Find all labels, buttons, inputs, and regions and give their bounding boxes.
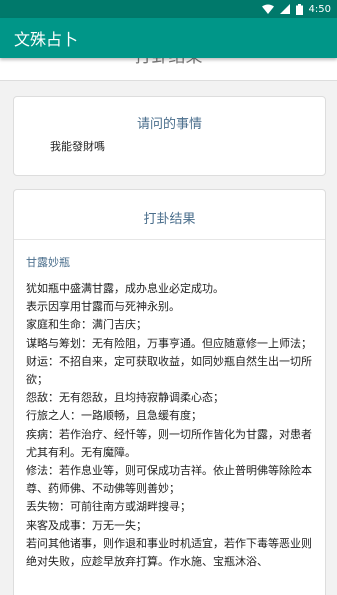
status-bar: 4:50 bbox=[0, 0, 337, 18]
result-line: 犹如瓶中盛满甘露，成办息业必定成功。 bbox=[26, 282, 224, 295]
result-card-title: 打卦结果 bbox=[143, 212, 196, 227]
divider bbox=[14, 239, 325, 240]
result-line: 家庭和生命：满门吉庆； bbox=[26, 318, 147, 332]
result-line: 来客及成事：万无一失； bbox=[26, 518, 147, 532]
app-bar: 文殊占卜 bbox=[0, 18, 337, 58]
app-title: 文殊占卜 bbox=[14, 30, 79, 49]
scroll-content[interactable]: 打卦结果 请问的事情 我能發財嗎 打卦结果 甘露妙瓶 犹如瓶中盛满甘露，成办息业… bbox=[0, 58, 337, 595]
question-text: 我能發財嗎 bbox=[50, 140, 105, 153]
result-line: 怨敌：无有怨敌，且均持寂静调柔心态； bbox=[26, 391, 224, 405]
result-line: 行旅之人：一路顺畅，且急缓有度； bbox=[26, 409, 202, 423]
question-card: 请问的事情 我能發財嗎 bbox=[13, 96, 326, 176]
partial-header-text: 打卦结果 bbox=[135, 58, 203, 67]
result-line: 谋略与筹划：无有险阻，万事亨通。但应随意修一上师法； bbox=[26, 336, 312, 350]
battery-icon bbox=[295, 3, 303, 15]
result-line: 疾病：若作治疗、经忏等，则一切所作皆化为甘露，对患者尤其有利。无有魔障。 bbox=[26, 427, 312, 459]
result-line: 丢失物：可前往南方或湖畔搜寻； bbox=[26, 500, 191, 514]
result-line: 财运：不招自来，定可获取收益，如同妙瓶自然生出一切所欲； bbox=[26, 354, 312, 387]
signal-icon bbox=[279, 4, 290, 14]
wifi-icon bbox=[261, 4, 274, 14]
question-card-title: 请问的事情 bbox=[136, 117, 202, 132]
result-card: 打卦结果 甘露妙瓶 犹如瓶中盛满甘露，成办息业必定成功。 表示因享用甘露而与死神… bbox=[13, 189, 326, 595]
result-line: 表示因享用甘露而与死神永别。 bbox=[26, 300, 180, 314]
result-text: 犹如瓶中盛满甘露，成办息业必定成功。 表示因享用甘露而与死神永别。 家庭和生命：… bbox=[26, 280, 315, 571]
result-line: 若问其他诸事，则作退和事业时机适宜，若作下毒等恶业则绝对失败，应趁早放弃打算。作… bbox=[26, 536, 312, 569]
result-line: 修法：若作息业等，则可保成功吉祥。依止普明佛等除险本尊、药师佛、不动佛等则善妙； bbox=[26, 464, 312, 496]
partial-header-strip: 打卦结果 bbox=[0, 58, 337, 81]
status-time: 4:50 bbox=[308, 3, 331, 15]
gua-name: 甘露妙瓶 bbox=[26, 256, 70, 269]
